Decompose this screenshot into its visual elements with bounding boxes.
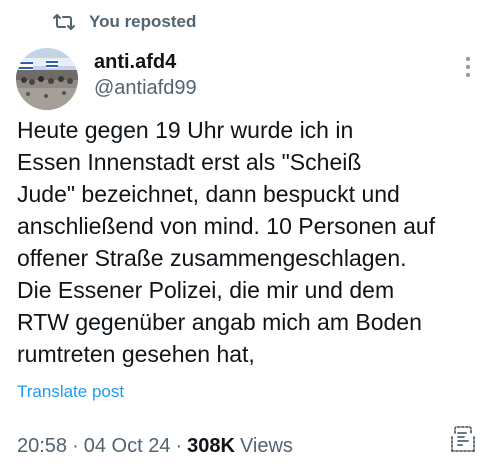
repost-icon [53,12,75,32]
avatar[interactable] [16,48,78,110]
tweet-text: Heute gegen 19 Uhr wurde ich in Essen In… [17,117,436,367]
author-handle[interactable]: @antiafd99 [94,76,197,100]
meta-separator: · [72,435,79,457]
views-count: 308K [187,435,235,457]
more-options-icon-dot [466,65,470,69]
tweet-metadata: 20:58 · 04 Oct 24 · 308K Views [17,433,293,459]
meta-separator: · [175,435,183,457]
more-options-button[interactable] [457,52,479,82]
translate-post-link[interactable]: Translate post [17,381,124,403]
repost-label: You reposted [89,12,197,31]
author-display-name[interactable]: anti.afd4 [94,50,197,74]
views-label: Views [239,435,293,457]
more-options-icon-dot [466,73,470,77]
analytics-icon [451,426,475,452]
author-info[interactable]: anti.afd4 @antiafd99 [94,50,197,100]
more-options-icon [466,57,470,61]
repost-indicator: You reposted [53,10,196,34]
analytics-button[interactable] [448,421,478,455]
tweet-time[interactable]: 20:58 [17,435,67,457]
tweet-date[interactable]: 04 Oct 24 [84,435,171,457]
